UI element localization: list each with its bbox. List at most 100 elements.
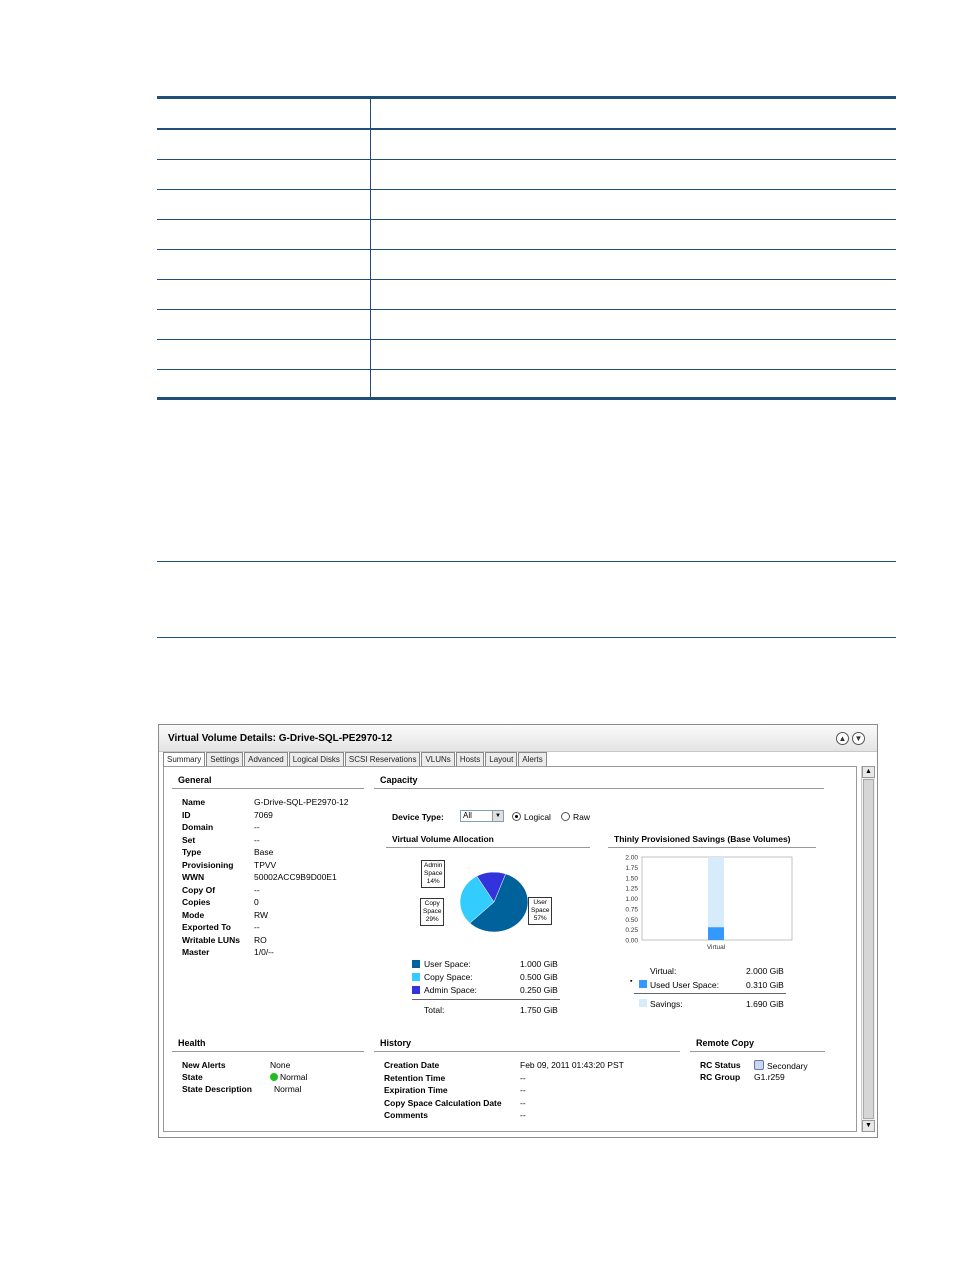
remote-copy-divider: [690, 1051, 825, 1052]
logical-radio-label: Logical: [524, 812, 551, 822]
table-row: [157, 340, 896, 370]
general-value: RW: [254, 909, 269, 920]
history-value: --: [520, 1110, 526, 1120]
general-label: Exported To: [182, 922, 231, 932]
note-rule-bottom: [157, 637, 896, 638]
vertical-scrollbar[interactable]: ▲ ▼: [861, 766, 875, 1132]
used-user-space-swatch: [639, 980, 647, 988]
tab-alerts[interactable]: Alerts: [518, 752, 547, 766]
savings-value: 1.690 GiB: [746, 999, 784, 1009]
y-tick-label: 0.75: [625, 906, 638, 913]
normal-status-icon: [270, 1073, 278, 1081]
x-category-label: Virtual: [707, 944, 726, 951]
device-type-select[interactable]: All ▼: [460, 810, 504, 822]
new-alerts-value: None: [270, 1060, 291, 1070]
virtual-value: 2.000 GiB: [746, 966, 784, 976]
general-value: 7069: [254, 809, 273, 820]
rc-group-label: RC Group: [700, 1072, 741, 1082]
legend-label: Copy Space:: [424, 972, 473, 982]
table-row: [157, 310, 896, 340]
table-row: [157, 130, 896, 160]
savings-divider-line: [634, 993, 786, 994]
general-value: RO: [254, 934, 267, 945]
tab-hosts[interactable]: Hosts: [455, 752, 485, 766]
tab-summary[interactable]: Summary: [163, 752, 206, 767]
bar-segment-used-user-space: [708, 927, 724, 940]
y-tick-label: 1.25: [625, 886, 638, 893]
scroll-up-icon[interactable]: ▲: [862, 766, 875, 778]
allocation-title: Virtual Volume Allocation: [392, 834, 494, 844]
document-table: [157, 96, 896, 400]
virtual-label: Virtual:: [650, 966, 677, 976]
savings-divider: [608, 847, 816, 848]
bullet: ▪: [630, 978, 633, 985]
health-section-title: Health: [178, 1038, 206, 1048]
tab-vluns[interactable]: VLUNs: [421, 752, 455, 766]
general-label: ID: [182, 809, 191, 820]
window-title: Virtual Volume Details: G-Drive-SQL-PE29…: [168, 733, 393, 744]
y-tick-label: 2.00: [625, 855, 638, 862]
device-type-value: All: [463, 811, 472, 820]
state-description-label: State Description: [182, 1084, 252, 1094]
legend-swatch: [412, 986, 420, 994]
tab-settings[interactable]: Settings: [206, 752, 244, 766]
capacity-section-title: Capacity: [380, 775, 418, 785]
history-label: Retention Time: [384, 1072, 446, 1083]
legend-swatch: [412, 973, 420, 981]
table-row: [157, 280, 896, 310]
pie-callout-copy: Copy Space 29%: [420, 898, 445, 926]
scrollbar-thumb[interactable]: [863, 779, 874, 1119]
general-value: 0: [254, 897, 259, 907]
raw-radio[interactable]: [561, 812, 570, 821]
history-divider: [374, 1051, 680, 1052]
table-row: [157, 160, 896, 190]
y-tick-label: 0.00: [625, 938, 638, 945]
legend-value: 0.250 GiB: [520, 985, 558, 995]
savings-bar-chart: 2.00 1.75 1.50 1.25 1.00 0.75 0.50 0.25 0.00 Virt…: [625, 855, 793, 951]
tab-logical-disks[interactable]: Logical Disks: [288, 752, 344, 766]
tab-layout[interactable]: Layout: [485, 752, 518, 766]
general-label: WWN: [182, 872, 205, 882]
history-label: Copy Space Calculation Date: [384, 1097, 502, 1108]
rc-group-value: G1.r259: [754, 1072, 785, 1082]
savings-swatch: [639, 999, 647, 1007]
raw-radio-label: Raw: [573, 812, 591, 822]
history-value: --: [520, 1085, 526, 1095]
history-value: --: [520, 1097, 526, 1108]
general-value: 1/0/--: [254, 947, 274, 957]
tab-scsi-reservations[interactable]: SCSI Reservations: [344, 752, 421, 766]
general-value: 50002ACC9B9D00E1: [254, 872, 337, 882]
expand-down-icon[interactable]: ▼: [852, 732, 865, 745]
legend-value: 0.500 GiB: [520, 972, 558, 982]
chevron-down-icon[interactable]: ▼: [492, 811, 503, 821]
y-tick-label: 0.50: [625, 917, 638, 924]
legend-value: 1.000 GiB: [520, 959, 558, 969]
general-label: Type: [182, 847, 202, 857]
collapse-up-icon[interactable]: ▲: [836, 732, 849, 745]
used-user-space-value: 0.310 GiB: [746, 980, 784, 990]
general-value: --: [254, 884, 260, 895]
virtual-volume-details-window: Virtual Volume Details: G-Drive-SQL-PE29…: [158, 724, 878, 1138]
general-section-title: General: [178, 775, 212, 785]
pie-callout-user: User Space 57%: [528, 897, 553, 925]
general-label: Copies: [182, 897, 211, 907]
rc-status-value: Secondary: [754, 1060, 808, 1071]
general-value: --: [254, 922, 260, 932]
rc-status-label: RC Status: [700, 1060, 741, 1070]
logical-radio[interactable]: [512, 812, 521, 821]
remote-copy-section-title: Remote Copy: [696, 1038, 755, 1048]
general-label: Master: [182, 947, 210, 957]
y-tick-label: 1.50: [625, 875, 638, 882]
scroll-down-icon[interactable]: ▼: [862, 1120, 875, 1132]
table-row: [157, 220, 896, 250]
y-tick-label: 0.25: [625, 927, 638, 934]
summary-panel: General Name G-Drive-SQL-PE2970-12 ID 7069 D…: [163, 766, 857, 1132]
state-label: State: [182, 1072, 203, 1082]
device-type-label: Device Type:: [392, 812, 444, 822]
general-value: --: [254, 822, 260, 832]
history-label: Creation Date: [384, 1060, 440, 1070]
pie-callout-admin: Admin Space 14%: [421, 860, 446, 888]
tab-bar: Summary Settings Advanced Logical Disks SCSI…: [163, 752, 548, 767]
general-value: --: [254, 834, 260, 845]
tab-advanced[interactable]: Advanced: [244, 752, 288, 766]
